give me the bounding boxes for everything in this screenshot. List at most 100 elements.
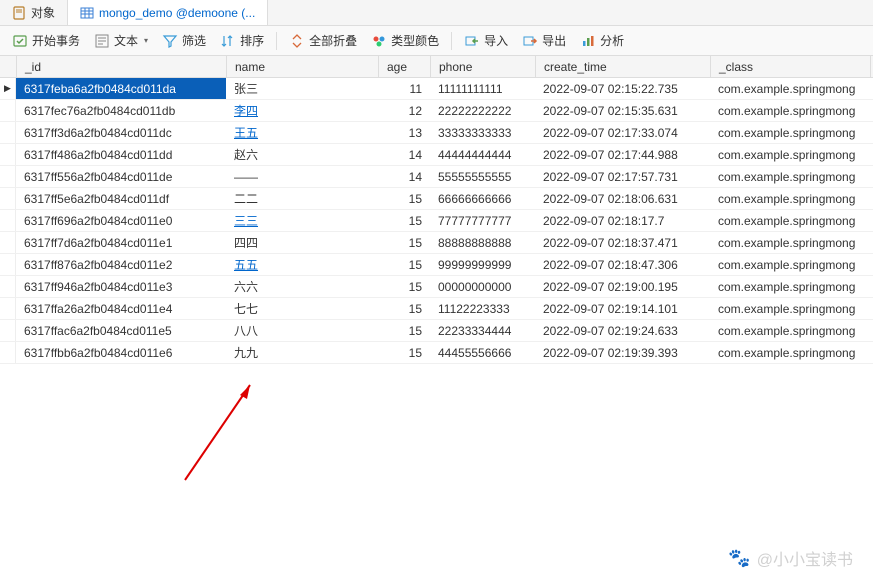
cell-name[interactable]: 六六 [226,276,378,297]
table-row[interactable]: 6317ffa26a2fb0484cd011e4七七15111222233332… [0,298,873,320]
cell-age[interactable]: 15 [378,320,430,341]
table-row[interactable]: 6317ff5e6a2fb0484cd011df二二15666666666662… [0,188,873,210]
cell-class[interactable]: com.example.springmong [710,144,870,165]
cell-id[interactable]: 6317ff556a2fb0484cd011de [16,166,226,187]
analyze-button[interactable]: 分析 [574,29,630,52]
cell-phone[interactable]: 22233334444 [430,320,535,341]
cell-create-time[interactable]: 2022-09-07 02:19:39.393 [535,342,710,363]
cell-id[interactable]: 6317ffa26a2fb0484cd011e4 [16,298,226,319]
cell-create-time[interactable]: 2022-09-07 02:18:47.306 [535,254,710,275]
row-marker[interactable] [0,122,16,143]
cell-name[interactable]: 张三 [226,78,378,99]
cell-id[interactable]: 6317ff946a2fb0484cd011e3 [16,276,226,297]
cell-class[interactable]: com.example.springmong [710,78,870,99]
row-marker[interactable] [0,254,16,275]
import-button[interactable]: 导入 [458,29,514,52]
column-header-name[interactable]: name [227,56,379,77]
cell-create-time[interactable]: 2022-09-07 02:18:17.7 [535,210,710,231]
cell-class[interactable]: com.example.springmong [710,342,870,363]
cell-phone[interactable]: 88888888888 [430,232,535,253]
cell-age[interactable]: 15 [378,210,430,231]
export-button[interactable]: 导出 [516,29,572,52]
cell-name[interactable]: 九九 [226,342,378,363]
row-marker-header[interactable] [0,56,17,77]
cell-age[interactable]: 15 [378,276,430,297]
table-row[interactable]: 6317ff946a2fb0484cd011e3六六15000000000002… [0,276,873,298]
row-marker[interactable]: ▶ [0,78,16,99]
cell-phone[interactable]: 22222222222 [430,100,535,121]
cell-id[interactable]: 6317ff696a2fb0484cd011e0 [16,210,226,231]
cell-age[interactable]: 14 [378,166,430,187]
cell-age[interactable]: 15 [378,232,430,253]
tab-objects[interactable]: 对象 [0,0,68,25]
cell-phone[interactable]: 55555555555 [430,166,535,187]
cell-name[interactable]: 王五 [226,122,378,143]
table-row[interactable]: 6317ffac6a2fb0484cd011e5八八15222333344442… [0,320,873,342]
cell-class[interactable]: com.example.springmong [710,298,870,319]
cell-name[interactable]: 八八 [226,320,378,341]
cell-phone[interactable]: 44455556666 [430,342,535,363]
cell-create-time[interactable]: 2022-09-07 02:17:33.074 [535,122,710,143]
cell-create-time[interactable]: 2022-09-07 02:17:57.731 [535,166,710,187]
row-marker[interactable] [0,342,16,363]
row-marker[interactable] [0,100,16,121]
column-header-phone[interactable]: phone [431,56,536,77]
cell-id[interactable]: 6317ff876a2fb0484cd011e2 [16,254,226,275]
row-marker[interactable] [0,188,16,209]
cell-phone[interactable]: 77777777777 [430,210,535,231]
cell-name[interactable]: 三三 [226,210,378,231]
cell-name[interactable]: —— [226,166,378,187]
cell-class[interactable]: com.example.springmong [710,254,870,275]
table-row[interactable]: 6317ff486a2fb0484cd011dd赵六14444444444442… [0,144,873,166]
cell-class[interactable]: com.example.springmong [710,210,870,231]
cell-age[interactable]: 15 [378,298,430,319]
row-marker[interactable] [0,166,16,187]
row-marker[interactable] [0,210,16,231]
cell-age[interactable]: 12 [378,100,430,121]
table-row[interactable]: 6317ff3d6a2fb0484cd011dc王五13333333333332… [0,122,873,144]
cell-name[interactable]: 七七 [226,298,378,319]
type-color-button[interactable]: 类型颜色 [365,29,445,52]
cell-phone[interactable]: 33333333333 [430,122,535,143]
table-row[interactable]: ▶6317feba6a2fb0484cd011da张三1111111111111… [0,78,873,100]
cell-phone[interactable]: 00000000000 [430,276,535,297]
cell-name[interactable]: 五五 [226,254,378,275]
text-button[interactable]: 文本 ▾ [88,29,154,52]
table-row[interactable]: 6317ff556a2fb0484cd011de——14555555555552… [0,166,873,188]
cell-age[interactable]: 14 [378,144,430,165]
cell-create-time[interactable]: 2022-09-07 02:15:35.631 [535,100,710,121]
cell-age[interactable]: 15 [378,254,430,275]
cell-class[interactable]: com.example.springmong [710,122,870,143]
cell-phone[interactable]: 11111111111 [430,78,535,99]
row-marker[interactable] [0,320,16,341]
cell-age[interactable]: 15 [378,342,430,363]
cell-create-time[interactable]: 2022-09-07 02:18:06.631 [535,188,710,209]
cell-id[interactable]: 6317ffac6a2fb0484cd011e5 [16,320,226,341]
cell-class[interactable]: com.example.springmong [710,232,870,253]
cell-id[interactable]: 6317fec76a2fb0484cd011db [16,100,226,121]
table-row[interactable]: 6317ff7d6a2fb0484cd011e1四四15888888888882… [0,232,873,254]
cell-id[interactable]: 6317ff5e6a2fb0484cd011df [16,188,226,209]
cell-name[interactable]: 二二 [226,188,378,209]
column-header-id[interactable]: _id [17,56,227,77]
cell-phone[interactable]: 66666666666 [430,188,535,209]
cell-class[interactable]: com.example.springmong [710,188,870,209]
table-row[interactable]: 6317ff876a2fb0484cd011e2五五15999999999992… [0,254,873,276]
cell-age[interactable]: 11 [378,78,430,99]
cell-create-time[interactable]: 2022-09-07 02:19:00.195 [535,276,710,297]
table-row[interactable]: 6317fec76a2fb0484cd011db李四12222222222222… [0,100,873,122]
cell-create-time[interactable]: 2022-09-07 02:19:24.633 [535,320,710,341]
cell-class[interactable]: com.example.springmong [710,166,870,187]
cell-age[interactable]: 13 [378,122,430,143]
tab-mongo-demo[interactable]: mongo_demo @demoone (... [68,0,268,25]
sort-button[interactable]: 排序 [214,29,270,52]
column-header-age[interactable]: age [379,56,431,77]
cell-name[interactable]: 李四 [226,100,378,121]
filter-button[interactable]: 筛选 [156,29,212,52]
collapse-all-button[interactable]: 全部折叠 [283,29,363,52]
cell-name[interactable]: 赵六 [226,144,378,165]
row-marker[interactable] [0,232,16,253]
row-marker[interactable] [0,276,16,297]
column-header-class[interactable]: _class [711,56,871,77]
cell-id[interactable]: 6317ff486a2fb0484cd011dd [16,144,226,165]
